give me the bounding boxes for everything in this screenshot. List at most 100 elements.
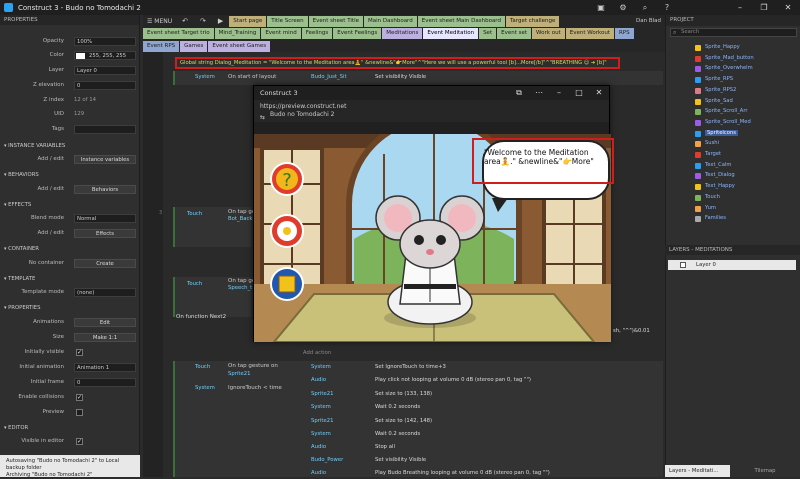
global-variable-row[interactable]: Global string Dialog_Meditation = "Welco… — [175, 57, 620, 69]
function-next2[interactable]: On function Next2 — [176, 314, 226, 320]
tab-main-dashboard[interactable]: Main Dashboard — [364, 15, 417, 27]
search-icon[interactable]: ⌕ — [634, 0, 656, 15]
action-row[interactable]: Set size to (142, 148) — [375, 418, 432, 424]
undo-icon[interactable]: ↶ — [176, 17, 194, 25]
preview-window[interactable]: Construct 3 ⧉ ⋯ – □ ✕ https://preview.co… — [253, 85, 611, 342]
initial-frame-input[interactable]: 0 — [74, 378, 136, 387]
project-item[interactable]: Yum — [705, 205, 716, 211]
tab-meditations[interactable]: Meditations — [382, 28, 423, 39]
project-item[interactable]: Sushi — [705, 140, 719, 146]
minimize-icon[interactable]: – — [549, 86, 569, 100]
tab-games[interactable]: Games — [180, 40, 208, 52]
action-row[interactable]: Stop all — [375, 444, 395, 450]
project-item[interactable]: Text_Dialog — [705, 172, 735, 178]
template-mode-select[interactable]: (none) — [74, 288, 136, 297]
tab-event-workout[interactable]: Event Workout — [565, 28, 614, 39]
make-1-1-button[interactable]: Make 1:1 — [74, 333, 136, 342]
more-icon[interactable]: ⋯ — [529, 86, 549, 100]
color-swatch[interactable] — [76, 53, 85, 59]
tab-event-mind[interactable]: Event mind — [261, 28, 301, 39]
menu-button[interactable]: ☰ MENU — [143, 18, 176, 25]
section-properties[interactable]: PROPERTIES — [0, 303, 140, 313]
project-item[interactable]: Sprite_RPS — [705, 76, 733, 82]
project-item[interactable]: Families — [705, 215, 726, 221]
layer-row[interactable]: Layer 0 — [668, 260, 796, 270]
tab-layers[interactable]: Layers - Meditati... — [665, 465, 730, 477]
puzzle-icon[interactable]: ⧉ — [509, 86, 529, 100]
tab-mind-training[interactable]: Mind_Training — [214, 28, 261, 39]
tab-title-screen[interactable]: Title Screen — [267, 15, 308, 27]
redo-icon[interactable]: ↷ — [194, 17, 212, 25]
project-item[interactable]: Sprite_Scroll_Med — [705, 119, 751, 125]
tags-input[interactable] — [74, 125, 136, 134]
project-item[interactable]: Sprite_RPS2 — [705, 87, 736, 93]
tab-event-sheet-games[interactable]: Event sheet Games — [208, 40, 271, 52]
tab-rps[interactable]: RPS — [614, 28, 634, 39]
enable-collisions-checkbox[interactable]: ✓ — [76, 394, 83, 401]
tab-tilemap[interactable]: Tilemap — [730, 465, 800, 477]
project-item[interactable]: Sprite_Scroll_Arr — [705, 108, 748, 114]
play-icon[interactable]: ▶ — [212, 17, 229, 25]
event-condition[interactable]: On start of layout — [228, 74, 276, 80]
tab-set[interactable]: Set — [479, 28, 497, 39]
project-item[interactable]: Sprite_Happy — [705, 44, 740, 50]
initial-animation-select[interactable]: Animation 1 — [74, 363, 136, 372]
tab-work-out[interactable]: Work out — [532, 28, 565, 39]
project-item[interactable]: Text_Happy — [705, 183, 735, 189]
section-instance-vars[interactable]: INSTANCE VARIABLES — [0, 141, 140, 151]
tab-feelings[interactable]: Feelings — [301, 28, 333, 39]
blend-mode-select[interactable]: Normal — [74, 214, 136, 223]
layer-select[interactable]: Layer 0 — [74, 66, 136, 75]
behaviors-button[interactable]: Behaviors — [74, 185, 136, 194]
tab-event-sheet-title[interactable]: Event sheet Title — [308, 15, 363, 27]
project-search-input[interactable]: Search — [670, 28, 797, 37]
visible-in-editor-checkbox[interactable]: ✓ — [76, 438, 83, 445]
settings-icon[interactable]: ⇆ — [260, 114, 265, 122]
project-item[interactable]: Sprite_Mad_button — [705, 55, 754, 61]
tab-event-sheet-target-trio[interactable]: Event sheet Target trio — [143, 28, 214, 39]
z-elevation-input[interactable]: 0 — [74, 81, 136, 90]
tab-event-sheet-main-dashboard[interactable]: Event sheet Main Dashboard — [417, 15, 505, 27]
layer-visible-checkbox[interactable] — [680, 262, 686, 268]
tab-event-feelings[interactable]: Event Feelings — [333, 28, 382, 39]
action-row[interactable]: Wait 0.2 seconds — [375, 431, 420, 437]
section-effects[interactable]: EFFECTS — [0, 200, 140, 210]
action-row[interactable]: Play click not looping at volume 0 dB (s… — [375, 377, 531, 383]
close-icon[interactable]: ✕ — [776, 0, 800, 15]
project-item[interactable]: Sprite_Overwhelm — [705, 65, 753, 71]
instance-variables-button[interactable]: Instance variables — [74, 155, 136, 164]
tab-event-meditation[interactable]: Event Meditation — [423, 28, 479, 39]
action-row[interactable]: Set visibility Visible — [375, 457, 426, 463]
maximize-icon[interactable]: □ — [569, 86, 589, 100]
project-item[interactable]: Touch — [705, 194, 720, 200]
section-template[interactable]: TEMPLATE — [0, 274, 140, 284]
restore-icon[interactable]: ❐ — [752, 0, 776, 15]
minimize-icon[interactable]: – — [728, 0, 752, 15]
save-icon[interactable]: ▣ — [590, 0, 612, 15]
tab-start-page[interactable]: Start page — [229, 15, 267, 27]
section-container[interactable]: CONTAINER — [0, 244, 140, 254]
project-item[interactable]: Text_Calm — [705, 162, 731, 168]
action-row[interactable]: Play Budo Breathing looping at volume 0 … — [375, 470, 550, 476]
close-icon[interactable]: ✕ — [589, 86, 609, 100]
tab-event-set[interactable]: Event set — [497, 28, 532, 39]
project-item[interactable]: SpriteIcons — [705, 129, 738, 136]
section-editor[interactable]: EDITOR — [0, 423, 140, 433]
opacity-input[interactable]: 100% — [74, 37, 136, 46]
tab-target-challenge[interactable]: Target challenge — [505, 15, 560, 27]
action-row[interactable]: Wait 0.2 seconds — [375, 404, 420, 410]
event-action[interactable]: Set visibility Visible — [375, 74, 426, 80]
project-item[interactable]: Target — [705, 151, 721, 157]
section-behaviors[interactable]: BEHAVIORS — [0, 170, 140, 180]
action-row[interactable]: Set IgnoreTouch to time+3 — [375, 364, 446, 370]
add-action-link[interactable]: Add action — [303, 350, 331, 356]
action-row[interactable]: Set size to (133, 138) — [375, 391, 432, 397]
tab-event-rps[interactable]: Event RPS — [143, 40, 180, 52]
user-name[interactable]: Dan Blad — [636, 18, 665, 24]
help-icon[interactable]: ? — [656, 0, 678, 15]
create-button[interactable]: Create — [74, 259, 136, 268]
preview-checkbox[interactable] — [76, 409, 83, 416]
initially-visible-checkbox[interactable]: ✓ — [76, 349, 83, 356]
effects-button[interactable]: Effects — [74, 229, 136, 238]
preview-url[interactable]: https://preview.construct.net — [260, 103, 603, 111]
